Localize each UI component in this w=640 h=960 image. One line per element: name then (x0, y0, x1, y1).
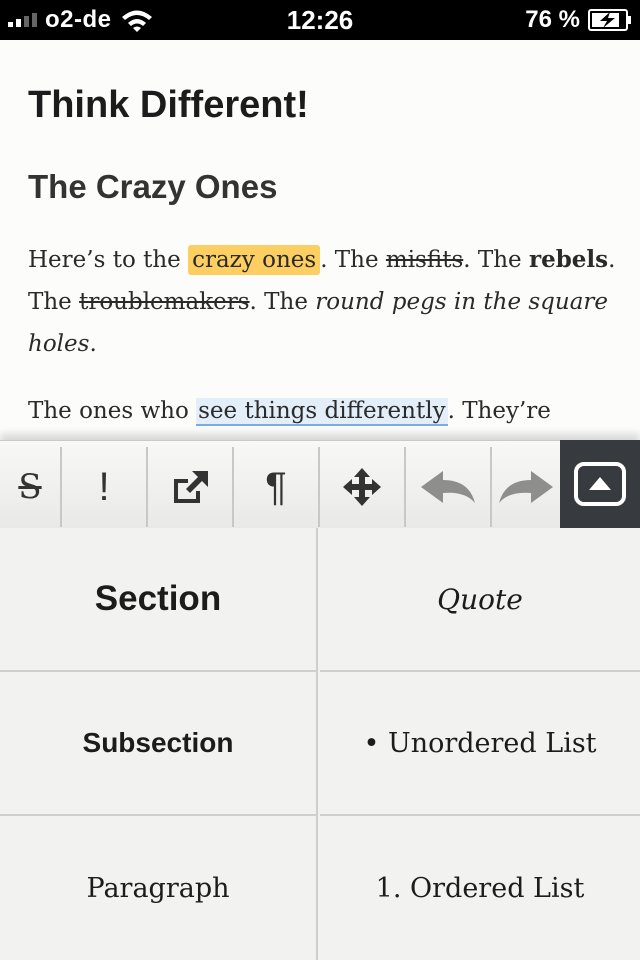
pilcrow-icon: ¶ (265, 465, 287, 509)
ordered-list-style-label: 1. Ordered List (375, 872, 585, 904)
strikethrough-icon: S (18, 467, 42, 507)
quote-style-label: Quote (437, 582, 523, 616)
eject-keyboard-icon (574, 462, 626, 506)
document-title[interactable]: Think Different! (28, 84, 309, 127)
formatting-toolbar: S ! ¶ (0, 440, 640, 528)
subsection-style-button[interactable]: Subsection (0, 672, 318, 816)
paragraph-style-grid: Section Quote Subsection • Unordered Lis… (0, 528, 640, 960)
redo-icon (499, 471, 553, 503)
undo-button[interactable] (406, 447, 492, 527)
paragraph-2[interactable]: The ones who see things differently. The… (28, 390, 628, 432)
exclamation-icon: ! (98, 465, 110, 509)
link-text[interactable]: see things differently (196, 398, 448, 426)
emphasis-button[interactable]: ! (62, 447, 148, 527)
external-link-icon (174, 471, 208, 503)
section-style-button[interactable]: Section (0, 528, 318, 672)
paragraph-style-button[interactable]: Paragraph (0, 816, 318, 960)
status-right: 76 % (525, 0, 632, 40)
subsection-style-label: Subsection (82, 727, 234, 758)
battery-charging-icon (588, 9, 631, 31)
strikethrough-text[interactable]: troublemakers (79, 289, 249, 315)
section-style-label: Section (94, 579, 222, 618)
keyboard-toggle-button[interactable] (560, 440, 640, 528)
paragraph-style-label: Paragraph (86, 872, 230, 904)
bold-text[interactable]: rebels (529, 246, 608, 273)
highlighted-text[interactable]: crazy ones (188, 245, 321, 275)
quote-style-button[interactable]: Quote (320, 528, 640, 672)
link-button[interactable] (148, 447, 234, 527)
status-bar: o2-de 12:26 76 % (0, 0, 640, 40)
redo-button[interactable] (492, 447, 560, 527)
strikethrough-button[interactable]: S (0, 447, 62, 527)
battery-percent: 76 % (525, 6, 580, 33)
unordered-list-style-label: • Unordered List (363, 727, 597, 759)
strikethrough-text[interactable]: misfits (386, 247, 463, 273)
document-editor[interactable]: Think Different! The Crazy Ones Here’s t… (0, 40, 640, 440)
document-subtitle[interactable]: The Crazy Ones (28, 168, 277, 206)
move-arrows-icon (343, 468, 381, 506)
move-button[interactable] (320, 447, 406, 527)
paragraph-1[interactable]: Here’s to the crazy ones. The misfits. T… (28, 239, 628, 365)
undo-icon (421, 471, 475, 503)
paragraph-button[interactable]: ¶ (234, 447, 320, 527)
unordered-list-style-button[interactable]: • Unordered List (320, 672, 640, 816)
ordered-list-style-button[interactable]: 1. Ordered List (320, 816, 640, 960)
